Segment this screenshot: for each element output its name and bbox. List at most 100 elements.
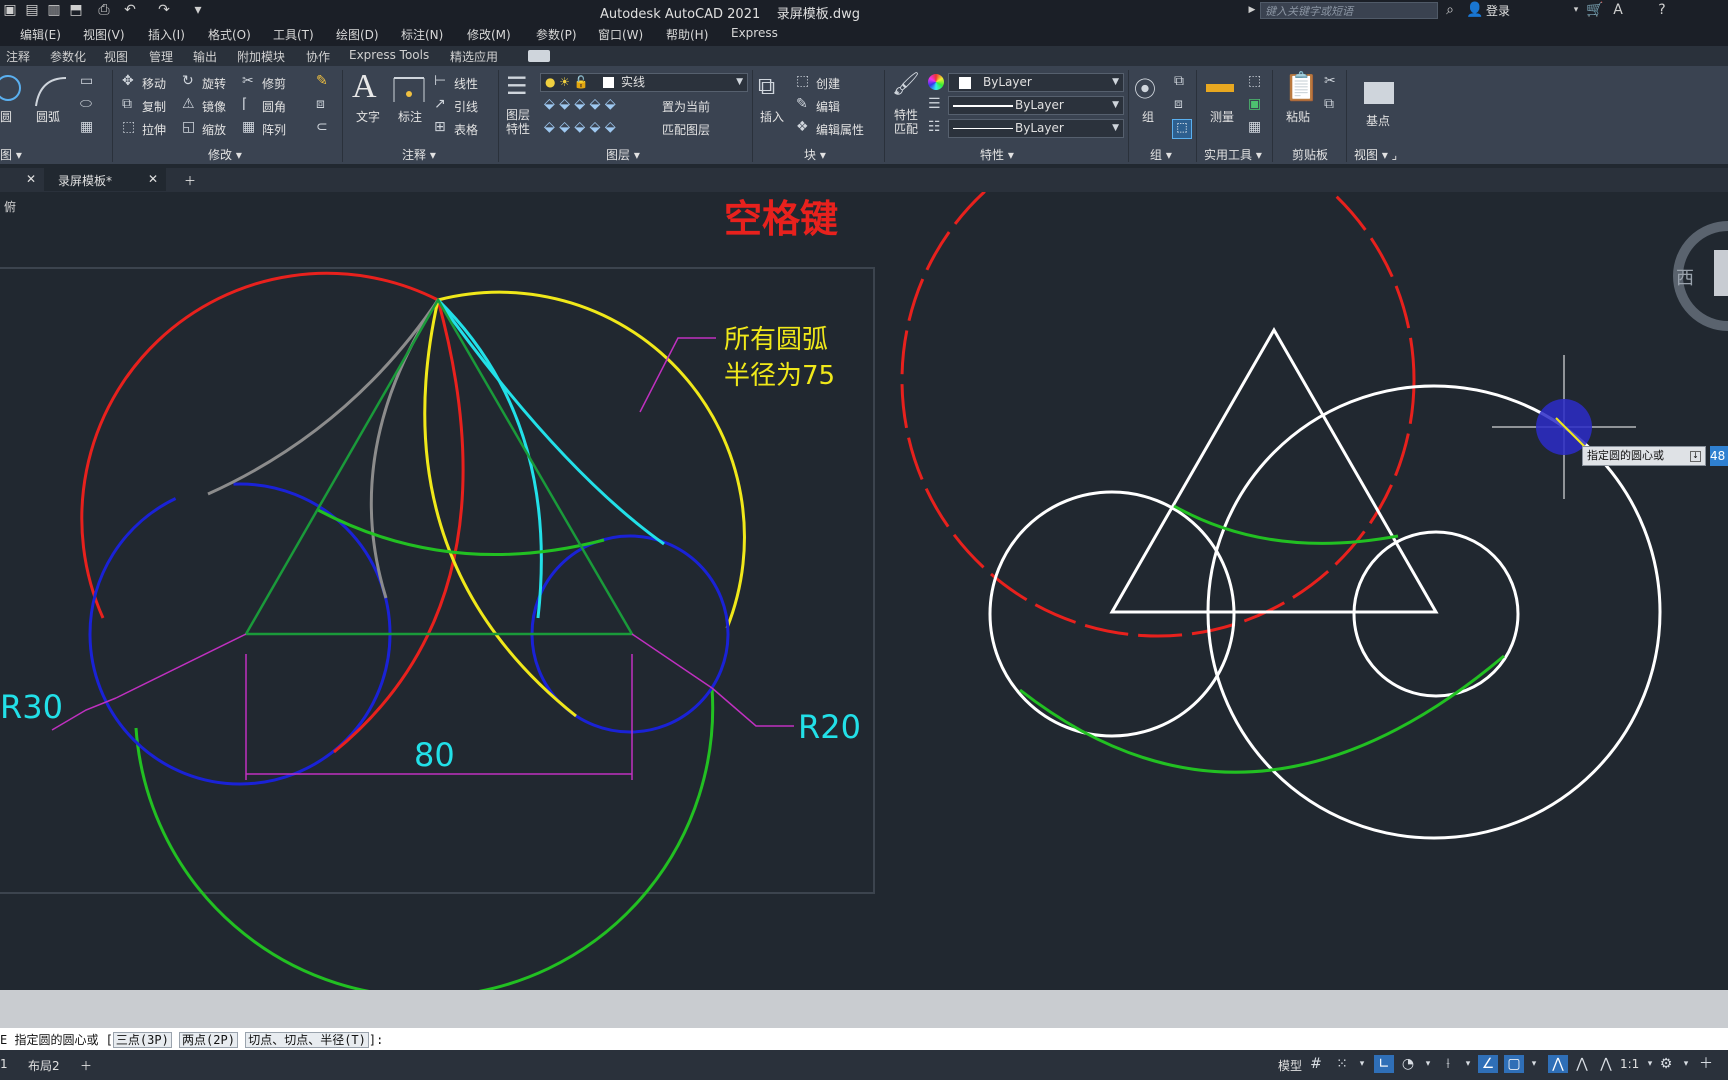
group-edit-icon[interactable]: ⧈	[1174, 96, 1183, 112]
explode-icon[interactable]: ⧈	[316, 96, 325, 112]
tab-addins[interactable]: 附加模块	[237, 48, 285, 65]
auto-scale-icon[interactable]: ⋀	[1572, 1055, 1592, 1073]
search-input[interactable]: 键入关键字或短语	[1260, 2, 1438, 19]
color-wheel-icon[interactable]	[928, 74, 944, 90]
menu-tools[interactable]: 工具(T)	[273, 26, 314, 43]
drawing-canvas[interactable]: 俯 空格键 所有圆弧 半径为75 R30 R20 80 西 指定圆的圆心或 ↓ …	[0, 192, 1728, 990]
polar-icon[interactable]: ◔	[1398, 1055, 1418, 1073]
lineweight-dropdown[interactable]: ByLayer ▼	[948, 119, 1124, 138]
cmd-option-3p[interactable]: 三点(3P)	[112, 1032, 172, 1048]
linetype-dropdown[interactable]: ByLayer ▼	[948, 96, 1124, 115]
panel-title-view[interactable]: 视图 ▾ ⌟	[1354, 146, 1397, 163]
snap-dropdown-icon[interactable]: ▾	[1352, 1055, 1372, 1073]
panel-title-properties[interactable]: 特性 ▾	[980, 146, 1014, 163]
tab-manage[interactable]: 管理	[149, 48, 173, 65]
snap-icon[interactable]: ⁙	[1332, 1055, 1352, 1073]
ellipse-icon[interactable]: ⬭	[80, 96, 92, 112]
menu-window[interactable]: 窗口(W)	[598, 26, 643, 43]
ribbon-minimize-icon[interactable]	[528, 50, 550, 62]
offset-icon[interactable]: ⊂	[316, 119, 328, 135]
annotation-scale-value[interactable]: 1:1	[1620, 1057, 1639, 1071]
cmd-option-ttr[interactable]: 切点、切点、半径(T)	[245, 1032, 369, 1048]
quick-select-icon[interactable]: ⬚	[1248, 73, 1261, 89]
paste-button[interactable]: 粘贴	[1286, 108, 1310, 125]
circle-button[interactable]: 圆	[0, 108, 12, 125]
rectangle-icon[interactable]: ▭	[80, 73, 93, 89]
new-tab-icon[interactable]: ＋	[184, 172, 196, 189]
undo-icon[interactable]: ↶	[122, 2, 138, 18]
annotation-visibility-icon[interactable]: ⋀	[1548, 1055, 1568, 1073]
panel-title-draw[interactable]: 图 ▾	[0, 146, 22, 163]
set-current-button[interactable]: 置为当前	[662, 98, 710, 115]
object-snap-tracking-icon[interactable]: ∠	[1478, 1055, 1498, 1073]
dimension-button[interactable]: 标注	[398, 108, 422, 125]
menu-format[interactable]: 格式(O)	[208, 26, 251, 43]
group-select-toggle-icon[interactable]: ⬚	[1172, 119, 1192, 139]
hatch-icon[interactable]: ▦	[80, 119, 93, 135]
tab-parametric[interactable]: 参数化	[50, 48, 86, 65]
tab-featured-apps[interactable]: 精选应用	[450, 48, 498, 65]
close-tab-icon[interactable]: ✕	[26, 172, 36, 186]
saveas-icon[interactable]: ▥	[46, 2, 62, 18]
viewcube-face[interactable]	[1714, 250, 1728, 296]
right-figure[interactable]	[900, 192, 1662, 840]
cmd-option-2p[interactable]: 两点(2P)	[179, 1032, 238, 1048]
redo-icon[interactable]: ↷	[156, 2, 172, 18]
insert-button[interactable]: 插入	[760, 108, 784, 125]
menu-insert[interactable]: 插入(I)	[148, 26, 185, 43]
isodraft-dropdown-icon[interactable]: ▾	[1458, 1055, 1478, 1073]
help-icon[interactable]: ?	[1654, 2, 1670, 18]
edit-block-button[interactable]: 编辑	[816, 98, 840, 115]
layer-tools-row2-icons[interactable]: ⬙ ⬙ ⬙ ⬙ ⬙	[544, 119, 616, 135]
drawing-svg[interactable]	[0, 192, 1728, 990]
model-space-button[interactable]: 模型	[1278, 1057, 1302, 1074]
group-button[interactable]: 组	[1142, 108, 1154, 125]
panel-title-modify[interactable]: 修改 ▾	[208, 146, 242, 163]
tab-collaborate[interactable]: 协作	[306, 48, 330, 65]
autodesk-a-icon[interactable]: A	[1610, 2, 1626, 18]
user-icon[interactable]: 👤	[1466, 2, 1483, 18]
layer-tools-row1-icons[interactable]: ⬙ ⬙ ⬙ ⬙ ⬙	[544, 96, 616, 112]
isodraft-icon[interactable]: ⟊	[1438, 1055, 1458, 1073]
publish-icon[interactable]: ⬒	[68, 2, 84, 18]
polar-dropdown-icon[interactable]: ▾	[1418, 1055, 1438, 1073]
quick-access-dropdown-icon[interactable]: ▾	[190, 2, 206, 18]
panel-title-utilities[interactable]: 实用工具 ▾	[1204, 146, 1262, 163]
close-active-tab-icon[interactable]: ✕	[148, 172, 158, 186]
add-layout-icon[interactable]: ＋	[80, 1057, 92, 1074]
viewcube-west-label[interactable]: 西	[1676, 264, 1694, 290]
panel-title-annotation[interactable]: 注释 ▾	[402, 146, 436, 163]
object-snap-dropdown-icon[interactable]: ▾	[1524, 1055, 1544, 1073]
expand-arrow-icon[interactable]: ▶	[1244, 2, 1260, 18]
tab-output[interactable]: 输出	[193, 48, 217, 65]
ungroup-icon[interactable]: ⧉	[1174, 73, 1184, 89]
copy-button[interactable]: 复制	[142, 98, 166, 115]
measure-button[interactable]: 测量	[1210, 108, 1234, 125]
menu-express[interactable]: Express	[731, 26, 778, 40]
cart-icon[interactable]: 🛒	[1586, 2, 1603, 18]
menu-dimension[interactable]: 标注(N)	[401, 26, 443, 43]
base-point-button[interactable]: 基点	[1366, 112, 1390, 129]
panel-title-groups[interactable]: 组 ▾	[1150, 146, 1172, 163]
select-all-icon[interactable]: ▣	[1248, 96, 1261, 112]
text-button[interactable]: 文字	[356, 108, 380, 125]
menu-modify[interactable]: 修改(M)	[467, 26, 511, 43]
leader-button[interactable]: 引线	[454, 98, 478, 115]
layer-properties-button[interactable]: 图层 特性	[506, 108, 530, 136]
tab-view[interactable]: 视图	[104, 48, 128, 65]
tab-express-tools[interactable]: Express Tools	[349, 48, 429, 62]
login-dropdown-icon[interactable]: ▾	[1568, 2, 1584, 18]
array-button[interactable]: 阵列	[262, 121, 286, 138]
match-layer-button[interactable]: 匹配图层	[662, 121, 710, 138]
print-icon[interactable]: ⎙	[96, 2, 112, 18]
viewport-label[interactable]: 俯	[4, 198, 16, 215]
layout-tab-prev[interactable]: 1	[0, 1057, 8, 1071]
grid-icon[interactable]: #	[1306, 1055, 1326, 1073]
stretch-button[interactable]: 拉伸	[142, 121, 166, 138]
arc-button[interactable]: 圆弧	[36, 108, 60, 125]
command-line[interactable]: E 指定圆的圆心或 [三点(3P) 两点(2P) 切点、切点、半径(T)]:	[0, 1028, 1728, 1050]
menu-help[interactable]: 帮助(H)	[666, 26, 708, 43]
file-tab-label[interactable]: 录屏模板*	[58, 172, 112, 189]
layout-tab-2[interactable]: 布局2	[28, 1057, 60, 1074]
edit-attributes-button[interactable]: 编辑属性	[816, 121, 864, 138]
